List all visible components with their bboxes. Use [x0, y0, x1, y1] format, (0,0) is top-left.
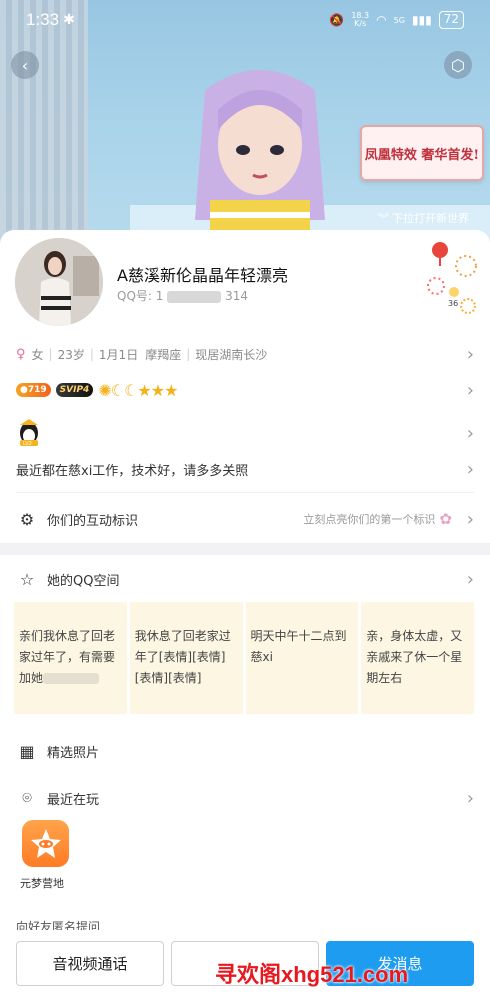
level-icons: ✺☾☾★★★ — [98, 380, 178, 400]
3d-avatar-image — [195, 70, 325, 240]
qq-level-badge: ● 719 — [16, 383, 51, 397]
featured-photos-row[interactable]: ▦ 精选照片 — [0, 737, 490, 765]
location-pin-icon: ⌾ — [22, 788, 32, 807]
separator: | — [89, 347, 94, 361]
chevron-right-icon: › — [466, 568, 474, 590]
section-separator — [0, 543, 490, 555]
blurred-region — [167, 290, 222, 303]
game-name: 元梦营地 — [20, 877, 64, 890]
fireworks-icon: 36 — [427, 242, 477, 314]
chevron-right-icon: › — [466, 508, 474, 530]
truncated-row[interactable]: 向好友匿名提问 — [16, 918, 474, 930]
interaction-hint: 立刻点亮你们的第一个标识 — [303, 513, 436, 526]
mood-card[interactable]: 明天中午十二点到慈xi — [245, 602, 359, 714]
age: 23岁 — [57, 347, 85, 362]
qzone-row[interactable]: ☆ 她的QQ空间 › — [0, 564, 490, 594]
status-bar: 1:33 ✱ 🔕 18.3 K/s ◠ 5G ▮▮▮ 72 — [0, 0, 490, 40]
signature-row[interactable]: 最近都在慈xi工作，技术好，请多多关照 › — [0, 456, 490, 482]
status-time: 1:33 — [26, 10, 60, 29]
chevron-right-icon: › — [466, 379, 474, 401]
game-app-icon[interactable] — [22, 820, 69, 867]
blurred-region — [43, 673, 100, 684]
hexagon-icon: ⬡ — [451, 55, 465, 75]
divider — [16, 492, 474, 493]
mood-card[interactable]: 亲们我休息了回老家过年了，有需要加她 — [14, 602, 127, 714]
recent-label: 最近在玩 — [47, 792, 100, 808]
star-outline-icon: ☆ — [19, 569, 35, 589]
avatar-settings-button[interactable]: ⬡ — [444, 51, 472, 79]
watermark: 寻欢阁xhg521.com — [215, 962, 409, 987]
star-icon — [30, 828, 61, 858]
signal-icon: ▮▮▮ — [411, 13, 432, 27]
chevron-right-icon: › — [466, 422, 474, 444]
promo-banner[interactable]: 凤凰特效 奢华首发! — [360, 125, 484, 181]
interaction-label: 你们的互动标识 — [47, 513, 139, 529]
separator: | — [186, 347, 191, 361]
av-call-button[interactable]: 音视频通话 — [16, 941, 164, 986]
chevron-right-icon: › — [466, 343, 474, 365]
signature: 最近都在慈xi工作，技术好，请多多关照 — [16, 463, 249, 479]
recently-playing-row[interactable]: ⌾ 最近在玩 › — [0, 784, 490, 812]
qzone-label: 她的QQ空间 — [47, 573, 120, 589]
chevron-left-icon: ‹ — [21, 55, 29, 75]
basic-info-row[interactable]: ♀ 女 | 23岁 | 1月1日 摩羯座 | 现居湖南长沙 › — [0, 340, 490, 368]
fireworks-decoration[interactable]: 36 — [420, 236, 486, 322]
mood-card[interactable]: 亲，身体太虚，又亲戚来了休一个星期左右 — [361, 602, 474, 714]
battery-indicator: 72 — [438, 11, 464, 29]
svip-badge: SVIP4 — [55, 383, 94, 397]
gear-icon: ⚙ — [19, 509, 35, 529]
gender: 女 — [31, 347, 44, 362]
profile-card: A慈溪新伦晶晶年轻漂亮 QQ号: 1 314 36 ♀ 女 | 23岁 | 1月… — [0, 230, 490, 1000]
network-speed: 18.3 K/s — [351, 11, 370, 28]
separator: | — [48, 347, 53, 361]
double-chevron-down-icon: ︾ — [378, 212, 389, 225]
back-button[interactable]: ‹ — [11, 51, 39, 79]
mute-icon: 🔕 — [329, 13, 345, 27]
birthday: 1月1日 — [98, 347, 139, 362]
badges-row[interactable]: ● 719 SVIP4 ✺☾☾★★★ › — [0, 377, 490, 403]
chevron-right-icon: › — [466, 458, 474, 480]
bluetooth-icon: ✱ — [63, 12, 75, 28]
mood-card[interactable]: 我休息了回老家过年了[表情][表情][表情][表情] — [129, 602, 243, 714]
avatar[interactable] — [15, 238, 103, 326]
grid-icon: ▦ — [19, 741, 35, 761]
flower-icon: ✿ — [439, 510, 452, 528]
avatar-photo — [15, 238, 103, 326]
zodiac: 摩羯座 — [145, 347, 182, 362]
wifi-icon: ◠ — [376, 13, 387, 27]
svg-text:LV2: LV2 — [23, 441, 32, 447]
pull-down-hint: ︾ 下拉打开新世界 — [378, 212, 469, 225]
female-icon: ♀ — [16, 346, 26, 362]
penguin-lv-icon: LV2 — [20, 419, 38, 447]
location: 现居湖南长沙 — [195, 347, 268, 362]
interaction-marks-row[interactable]: ⚙ 你们的互动标识 立刻点亮你们的第一个标识 ✿ › — [0, 504, 490, 534]
qq-number: QQ号: 1 314 — [117, 289, 248, 303]
chevron-right-icon: › — [466, 787, 474, 809]
network-type: 5G — [393, 15, 405, 25]
photos-label: 精选照片 — [47, 745, 100, 761]
lv-row[interactable]: LV2 › — [0, 417, 490, 449]
nickname: A慈溪新伦晶晶年轻漂亮 — [117, 266, 288, 285]
fireworks-count: 36 — [448, 299, 458, 308]
qzone-moods: 亲们我休息了回老家过年了，有需要加她 我休息了回老家过年了[表情][表情][表情… — [14, 602, 474, 714]
